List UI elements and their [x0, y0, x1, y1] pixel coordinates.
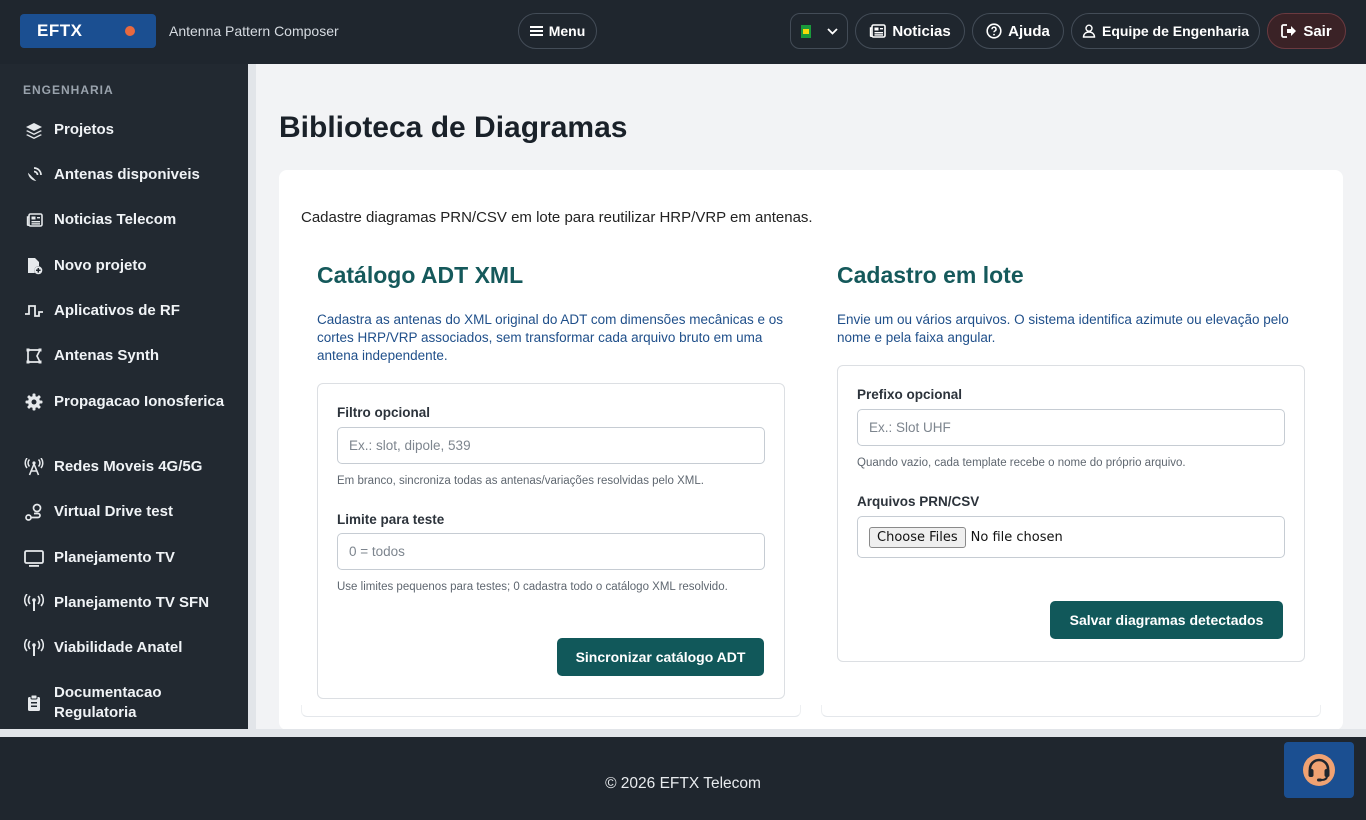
user-icon	[1082, 24, 1096, 38]
status-dot	[125, 26, 135, 36]
gear-icon	[23, 391, 45, 413]
sidebar-item-label: Planejamento TV SFN	[54, 594, 210, 611]
sidebar-item-noticias-telecom[interactable]: Noticias Telecom	[23, 209, 233, 231]
page-intro: Cadastre diagramas PRN/CSV em lote para …	[301, 209, 813, 226]
main-card: Cadastre diagramas PRN/CSV em lote para …	[279, 170, 1343, 730]
sidebar-item-label: Virtual Drive test	[54, 503, 173, 520]
prefix-input[interactable]	[857, 409, 1285, 446]
batch-description: Envie um ou vários arquivos. O sistema i…	[837, 312, 1289, 345]
prefix-help: Quando vazio, cada template recebe o nom…	[857, 457, 1186, 469]
vector-shape-icon	[23, 345, 45, 367]
sidebar-item-redes-moveis[interactable]: Redes Moveis 4G/5G	[23, 456, 233, 478]
sidebar-item-label: Antenas Synth	[54, 347, 160, 364]
brand-logo[interactable]: EFTX	[20, 14, 156, 48]
menu-button[interactable]: Menu	[518, 13, 597, 49]
brand-name: EFTX	[37, 21, 83, 40]
limit-input[interactable]	[337, 533, 765, 570]
sidebar: ENGENHARIA Projetos Antenas disponiveis …	[0, 64, 248, 729]
batch-column-edge	[821, 705, 1321, 717]
layers-icon	[23, 119, 45, 141]
sidebar-heading: ENGENHARIA	[23, 83, 114, 97]
filter-label: Filtro opcional	[337, 405, 430, 420]
footer-divider	[0, 729, 1366, 737]
app-subtitle: Antenna Pattern Composer	[169, 23, 339, 39]
batch-title: Cadastro em lote	[837, 262, 1024, 288]
files-label: Arquivos PRN/CSV	[857, 494, 980, 509]
sidebar-item-label: Noticias Telecom	[54, 211, 177, 228]
sidebar-item-antenas-synth[interactable]: Antenas Synth	[23, 345, 233, 367]
sidebar-item-label: Novo projeto	[54, 257, 147, 274]
pulse-wave-icon	[23, 300, 45, 322]
sidebar-item-antenas-disponiveis[interactable]: Antenas disponiveis	[23, 164, 233, 186]
monitor-icon	[23, 547, 45, 569]
file-status: No file chosen	[970, 529, 1063, 545]
brazil-flag-icon	[800, 24, 811, 38]
sidebar-scroll-edge	[248, 64, 256, 729]
catalog-form: Filtro opcional Em branco, sincroniza to…	[317, 383, 785, 699]
limit-label: Limite para teste	[337, 512, 445, 527]
file-input[interactable]: Choose Files No file chosen	[857, 516, 1285, 558]
sync-catalog-button[interactable]: Sincronizar catálogo ADT	[557, 638, 764, 676]
save-diagrams-button[interactable]: Salvar diagramas detectados	[1050, 601, 1283, 639]
sidebar-item-label: Projetos	[54, 121, 115, 138]
hamburger-icon	[529, 26, 543, 36]
batch-form: Prefixo opcional Quando vazio, cada temp…	[837, 365, 1305, 662]
sidebar-item-label: Viabilidade Anatel	[54, 639, 183, 656]
page-title: Biblioteca de Diagramas	[279, 111, 628, 144]
question-circle-icon	[986, 23, 1002, 39]
logout-icon	[1281, 24, 1297, 38]
user-label: Equipe de Engenharia	[1101, 23, 1250, 39]
logout-button[interactable]: Sair	[1267, 13, 1346, 49]
sidebar-item-viabilidade-anatel[interactable]: Viabilidade Anatel	[23, 637, 233, 659]
newspaper-icon	[23, 209, 45, 231]
clipboard-icon	[23, 692, 45, 714]
newspaper-icon	[870, 24, 887, 38]
sidebar-item-novo-projeto[interactable]: Novo projeto	[23, 255, 233, 277]
support-button[interactable]	[1284, 742, 1354, 798]
headset-icon	[1303, 754, 1335, 786]
file-plus-icon	[23, 255, 45, 277]
filter-input[interactable]	[337, 427, 765, 464]
help-button[interactable]: Ajuda	[972, 13, 1064, 49]
logout-label: Sair	[1303, 22, 1332, 40]
satellite-dish-icon	[23, 164, 45, 186]
language-select[interactable]	[790, 13, 848, 49]
broadcast-icon	[23, 592, 45, 614]
top-bar: EFTX Antenna Pattern Composer Menu Notic…	[0, 0, 1366, 64]
news-button[interactable]: Noticias	[855, 13, 965, 49]
news-label: Noticias	[892, 22, 951, 40]
sidebar-item-label: Planejamento TV	[54, 549, 175, 566]
catalog-column-edge	[301, 705, 801, 717]
sidebar-item-label: Documentacao Regulatoria	[54, 684, 162, 721]
footer: © 2026 EFTX Telecom	[0, 737, 1366, 820]
filter-help: Em branco, sincroniza todas as antenas/v…	[337, 475, 704, 487]
radio-tower-icon	[23, 456, 45, 478]
sidebar-item-aplicativos-rf[interactable]: Aplicativos de RF	[23, 300, 233, 322]
sidebar-item-virtual-drive-test[interactable]: Virtual Drive test	[23, 501, 233, 523]
choose-files-button[interactable]: Choose Files	[869, 526, 966, 548]
menu-label: Menu	[548, 23, 586, 39]
sidebar-item-label: Aplicativos de RF	[54, 302, 180, 319]
sidebar-item-label: Propagacao Ionosferica	[54, 393, 225, 410]
help-label: Ajuda	[1008, 22, 1050, 40]
sidebar-item-propagacao-ionosferica[interactable]: Propagacao Ionosferica	[23, 391, 233, 413]
route-icon	[23, 501, 45, 523]
sidebar-item-label: Antenas disponiveis	[54, 166, 200, 183]
catalog-description: Cadastra as antenas do XML original do A…	[317, 312, 783, 363]
limit-help: Use limites pequenos para testes; 0 cada…	[337, 581, 728, 593]
broadcast-icon	[23, 637, 45, 659]
prefix-label: Prefixo opcional	[857, 387, 963, 402]
copyright: © 2026 EFTX Telecom	[605, 775, 761, 792]
sidebar-item-planejamento-tv-sfn[interactable]: Planejamento TV SFN	[23, 592, 233, 614]
user-menu-button[interactable]: Equipe de Engenharia	[1071, 13, 1260, 49]
chevron-down-icon	[826, 27, 838, 35]
catalog-title: Catálogo ADT XML	[317, 262, 524, 288]
sidebar-item-label: Redes Moveis 4G/5G	[54, 458, 203, 475]
sidebar-item-documentacao-regulatoria[interactable]: Documentacao Regulatoria	[23, 683, 233, 723]
sidebar-item-projetos[interactable]: Projetos	[23, 119, 233, 141]
sidebar-item-planejamento-tv[interactable]: Planejamento TV	[23, 547, 233, 569]
